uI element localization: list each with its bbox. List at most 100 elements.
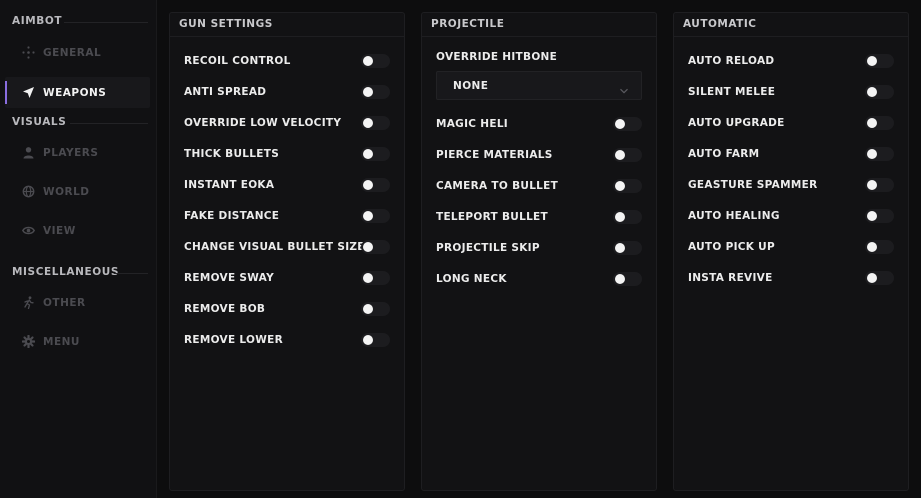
setting-label: THICK BULLETS bbox=[184, 148, 280, 160]
instant-eoka-toggle[interactable] bbox=[361, 178, 390, 192]
panel-title: PROJECTILE bbox=[431, 18, 505, 30]
sidebar-item-weapons[interactable]: WEAPONS bbox=[5, 77, 150, 108]
setting-label: RECOIL CONTROL bbox=[184, 55, 291, 67]
override-low-velocity-toggle[interactable] bbox=[361, 116, 390, 130]
setting-label: TELEPORT BULLET bbox=[436, 211, 548, 223]
sidebar-item-label: OTHER bbox=[43, 296, 86, 309]
toggle-knob bbox=[867, 273, 877, 283]
toggle-knob bbox=[615, 119, 625, 129]
setting-row[interactable]: INSTA REVIVE bbox=[688, 268, 773, 288]
setting-row[interactable]: REMOVE SWAY bbox=[184, 268, 274, 288]
sidebar-item-general[interactable]: GENERAL bbox=[5, 37, 150, 68]
setting-row[interactable]: CAMERA TO BULLET bbox=[436, 176, 558, 196]
sidebar-item-view[interactable]: VIEW bbox=[5, 215, 150, 246]
section-title-visuals: VISUALS bbox=[12, 116, 67, 128]
eye-icon bbox=[21, 224, 35, 238]
thick-bullets-toggle[interactable] bbox=[361, 147, 390, 161]
anti-spread-toggle[interactable] bbox=[361, 85, 390, 99]
remove-bob-toggle[interactable] bbox=[361, 302, 390, 316]
camera-to-bullet-toggle[interactable] bbox=[613, 179, 642, 193]
setting-row[interactable]: AUTO UPGRADE bbox=[688, 113, 785, 133]
auto-upgrade-toggle[interactable] bbox=[865, 116, 894, 130]
override-hitbone-select[interactable]: NONE bbox=[436, 71, 642, 100]
toggle-knob bbox=[363, 242, 373, 252]
setting-row[interactable]: ANTI SPREAD bbox=[184, 82, 266, 102]
insta-revive-toggle[interactable] bbox=[865, 271, 894, 285]
panel-divider bbox=[170, 36, 404, 37]
toggle-knob bbox=[615, 181, 625, 191]
auto-farm-toggle[interactable] bbox=[865, 147, 894, 161]
teleport-bullet-toggle[interactable] bbox=[613, 210, 642, 224]
auto-healing-toggle[interactable] bbox=[865, 209, 894, 223]
pierce-materials-toggle[interactable] bbox=[613, 148, 642, 162]
setting-row[interactable]: MAGIC HELI bbox=[436, 114, 508, 134]
geasture-spammer-toggle[interactable] bbox=[865, 178, 894, 192]
setting-row[interactable]: AUTO RELOAD bbox=[688, 51, 774, 71]
long-neck-toggle[interactable] bbox=[613, 272, 642, 286]
setting-label: LONG NECK bbox=[436, 273, 507, 285]
setting-row[interactable]: REMOVE LOWER bbox=[184, 330, 283, 350]
toggle-knob bbox=[867, 56, 877, 66]
toggle-knob bbox=[615, 212, 625, 222]
remove-sway-toggle[interactable] bbox=[361, 271, 390, 285]
setting-row[interactable]: THICK BULLETS bbox=[184, 144, 279, 164]
setting-label: AUTO HEALING bbox=[688, 210, 780, 222]
silent-melee-toggle[interactable] bbox=[865, 85, 894, 99]
setting-row[interactable]: SILENT MELEE bbox=[688, 82, 775, 102]
setting-row[interactable]: LONG NECK bbox=[436, 269, 507, 289]
recoil-control-toggle[interactable] bbox=[361, 54, 390, 68]
override-hitbone-label-row: OVERRIDE HITBONE bbox=[436, 47, 557, 67]
setting-label: INSTANT EOKA bbox=[184, 179, 275, 191]
section-divider bbox=[70, 123, 148, 124]
sidebar-item-label: MENU bbox=[43, 335, 80, 348]
remove-lower-toggle[interactable] bbox=[361, 333, 390, 347]
auto-pick-up-toggle[interactable] bbox=[865, 240, 894, 254]
setting-label: AUTO RELOAD bbox=[688, 55, 775, 67]
magic-heli-toggle[interactable] bbox=[613, 117, 642, 131]
setting-row[interactable]: PROJECTILE SKIP bbox=[436, 238, 540, 258]
setting-label: GEASTURE SPAMMER bbox=[688, 179, 818, 191]
toggle-knob bbox=[615, 150, 625, 160]
toggle-knob bbox=[363, 118, 373, 128]
setting-row[interactable]: AUTO PICK UP bbox=[688, 237, 775, 257]
toggle-knob bbox=[363, 211, 373, 221]
setting-row[interactable]: PIERCE MATERIALS bbox=[436, 145, 553, 165]
setting-row[interactable]: AUTO HEALING bbox=[688, 206, 780, 226]
setting-row[interactable]: OVERRIDE LOW VELOCITY bbox=[184, 113, 341, 133]
chevron-down-icon bbox=[619, 81, 629, 94]
setting-label: REMOVE BOB bbox=[184, 303, 266, 315]
toggle-knob bbox=[363, 273, 373, 283]
toggle-knob bbox=[867, 87, 877, 97]
auto-reload-toggle[interactable] bbox=[865, 54, 894, 68]
sidebar-item-other[interactable]: OTHER bbox=[5, 287, 150, 318]
setting-label: PIERCE MATERIALS bbox=[436, 149, 553, 161]
globe-icon bbox=[21, 185, 35, 199]
setting-label: AUTO FARM bbox=[688, 148, 760, 160]
fake-distance-toggle[interactable] bbox=[361, 209, 390, 223]
setting-row[interactable]: REMOVE BOB bbox=[184, 299, 265, 319]
setting-label: AUTO PICK UP bbox=[688, 241, 775, 253]
running-person-icon bbox=[21, 296, 35, 310]
setting-row[interactable]: FAKE DISTANCE bbox=[184, 206, 279, 226]
setting-row[interactable]: GEASTURE SPAMMER bbox=[688, 175, 817, 195]
setting-row[interactable]: CHANGE VISUAL BULLET SIZE bbox=[184, 237, 365, 257]
setting-row[interactable]: INSTANT EOKA bbox=[184, 175, 274, 195]
section-divider bbox=[114, 273, 148, 274]
sidebar-item-menu[interactable]: MENU bbox=[5, 326, 150, 357]
setting-label: INSTA REVIVE bbox=[688, 272, 773, 284]
toggle-knob bbox=[867, 211, 877, 221]
toggle-knob bbox=[867, 242, 877, 252]
projectile-skip-toggle[interactable] bbox=[613, 241, 642, 255]
setting-label: REMOVE SWAY bbox=[184, 272, 275, 284]
change-visual-bullet-size-toggle[interactable] bbox=[361, 240, 390, 254]
setting-row[interactable]: TELEPORT BULLET bbox=[436, 207, 548, 227]
setting-row[interactable]: RECOIL CONTROL bbox=[184, 51, 291, 71]
setting-row[interactable]: AUTO FARM bbox=[688, 144, 759, 164]
toggle-knob bbox=[363, 335, 373, 345]
sidebar-item-world[interactable]: WORLD bbox=[5, 176, 150, 207]
select-value: NONE bbox=[453, 79, 489, 92]
toggle-knob bbox=[363, 149, 373, 159]
sidebar-item-players[interactable]: PLAYERS bbox=[5, 137, 150, 168]
setting-label: OVERRIDE HITBONE bbox=[436, 51, 558, 63]
setting-label: CHANGE VISUAL BULLET SIZE bbox=[184, 241, 365, 253]
